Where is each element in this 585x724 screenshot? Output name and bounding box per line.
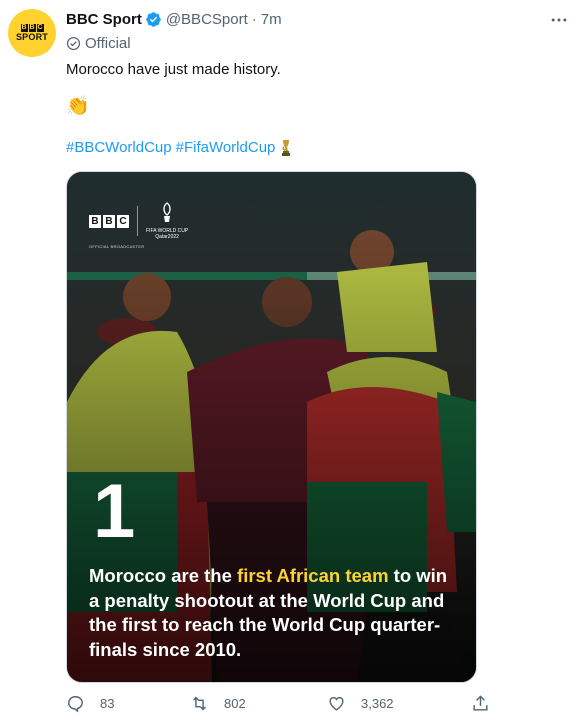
bbc-letter: C bbox=[117, 214, 129, 228]
stat-number: 1 bbox=[93, 469, 136, 554]
tweet-actions: 83 802 3,362 bbox=[66, 694, 496, 716]
tweet-header: BBC Sport @BBCSport · 7m bbox=[66, 11, 282, 28]
verified-badge-icon bbox=[146, 12, 161, 27]
caption-part: Morocco are the bbox=[89, 565, 238, 586]
hashtag-fifaworldcup[interactable]: #FifaWorldCup bbox=[176, 138, 276, 158]
tweet-card[interactable]: B B C SPORT BBC Sport @BBCSport · 7m Off… bbox=[0, 0, 585, 724]
reply-icon bbox=[68, 696, 83, 713]
fifa-emblem-icon bbox=[163, 202, 171, 222]
tweet-media-image[interactable]: B B C FIFA WORLD CUP Qatar2022 OFFICIAL … bbox=[66, 171, 477, 683]
media-caption: Morocco are the first African team to wi… bbox=[89, 564, 459, 662]
separator-dot: · bbox=[251, 11, 257, 28]
like-count: 3,362 bbox=[361, 696, 394, 711]
retweet-count: 802 bbox=[224, 696, 246, 711]
avatar-letter: B bbox=[28, 24, 36, 32]
avatar-letter: B bbox=[20, 24, 28, 32]
heart-icon bbox=[329, 697, 344, 711]
avatar[interactable]: B B C SPORT bbox=[8, 9, 56, 57]
retweet-button[interactable]: 802 bbox=[190, 694, 246, 713]
clap-emoji: 👏 bbox=[66, 96, 90, 117]
share-button[interactable] bbox=[471, 694, 490, 713]
hashtag-bbcworldcup[interactable]: #BBCWorldCup bbox=[66, 138, 172, 158]
caption-highlight: first African team bbox=[237, 565, 389, 586]
tweet-timestamp[interactable]: 7m bbox=[261, 11, 282, 28]
retweet-icon bbox=[193, 696, 206, 711]
fifa-logo: FIFA WORLD CUP Qatar2022 bbox=[146, 202, 188, 240]
fifa-text-qatar: Qatar2022 bbox=[155, 234, 179, 240]
like-button[interactable]: 3,362 bbox=[327, 694, 394, 713]
brand-divider bbox=[137, 206, 138, 236]
bbc-letter: B bbox=[103, 214, 115, 228]
account-name[interactable]: BBC Sport bbox=[66, 11, 142, 28]
tweet-text: Morocco have just made history. bbox=[66, 61, 281, 78]
bbc-letter: B bbox=[89, 214, 101, 228]
official-text: Official bbox=[85, 35, 131, 52]
more-options-icon[interactable] bbox=[549, 10, 569, 30]
official-label: Official bbox=[66, 35, 131, 52]
reply-count: 83 bbox=[100, 696, 115, 711]
media-brand: B B C FIFA WORLD CUP Qatar2022 bbox=[89, 202, 188, 240]
share-icon bbox=[473, 695, 488, 711]
account-handle[interactable]: @BBCSport bbox=[166, 11, 248, 28]
official-badge-icon bbox=[66, 36, 81, 51]
avatar-letter: C bbox=[36, 24, 44, 32]
reply-button[interactable]: 83 bbox=[66, 694, 114, 713]
hashtags-line: #BBCWorldCup #FifaWorldCup bbox=[66, 138, 293, 158]
avatar-sport-text: SPORT bbox=[15, 32, 48, 42]
trophy-icon bbox=[282, 140, 291, 156]
broadcaster-text: OFFICIAL BROADCASTER bbox=[89, 244, 145, 249]
